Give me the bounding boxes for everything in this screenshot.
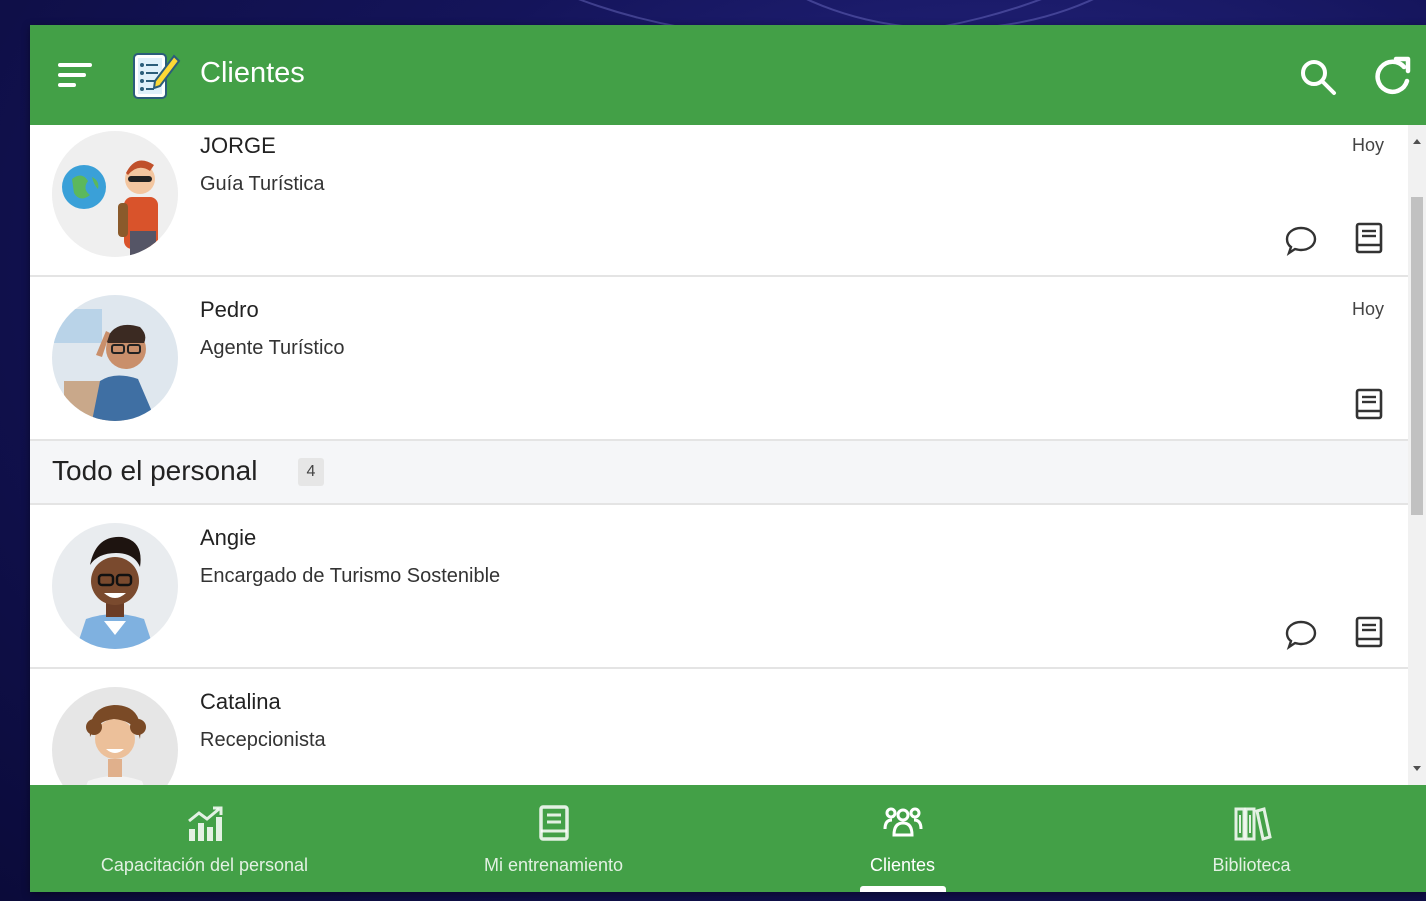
client-date: Hoy <box>1351 135 1384 155</box>
book-icon[interactable] <box>1352 387 1386 421</box>
client-date: Hoy <box>1351 299 1384 319</box>
nav-item-mi-entrenamiento[interactable]: Mi entrenamiento <box>379 785 728 892</box>
client-name: Pedro <box>200 297 259 322</box>
nav-item-capacitacion[interactable]: Capacitación del personal <box>30 785 379 892</box>
staff-name: Catalina <box>200 689 281 714</box>
book-icon <box>538 805 569 841</box>
page-title: Clientes <box>200 57 305 89</box>
list-item[interactable]: JORGE Guía Turística Hoy <box>30 125 1408 277</box>
app-bar: Clientes <box>30 25 1426 125</box>
refresh-icon[interactable] <box>1370 55 1414 99</box>
nav-label: Capacitación del personal <box>100 855 309 875</box>
people-group-icon <box>883 807 922 837</box>
woman-curly-hair-avatar <box>52 687 178 785</box>
count-badge: 4 <box>298 458 324 486</box>
menu-icon[interactable] <box>58 63 94 91</box>
client-name: JORGE <box>200 133 276 158</box>
nav-label: Clientes <box>869 855 936 875</box>
list-item[interactable]: Pedro Agente Turístico Hoy <box>30 277 1408 441</box>
book-icon[interactable] <box>1352 221 1386 255</box>
man-with-glasses-avatar <box>52 295 178 421</box>
chat-icon[interactable] <box>1284 617 1318 651</box>
client-list[interactable]: JORGE Guía Turística Hoy Pedro Agente Tu… <box>30 125 1408 785</box>
section-title: Todo el personal <box>52 455 258 486</box>
section-header: Todo el personal 4 <box>30 441 1408 505</box>
chat-icon[interactable] <box>1284 223 1318 257</box>
app-window: Clientes JORGE Guía Turística Hoy Pedro … <box>30 25 1426 892</box>
list-item[interactable]: Angie Encargado de Turismo Sostenible <box>30 505 1408 669</box>
list-item[interactable]: Catalina Recepcionista <box>30 669 1408 785</box>
book-icon[interactable] <box>1352 615 1386 649</box>
bottom-navigation: Capacitación del personal Mi entrenamien… <box>30 785 1426 892</box>
scroll-down-arrow[interactable] <box>1413 766 1421 771</box>
staff-name: Angie <box>200 525 257 550</box>
staff-role: Recepcionista <box>200 729 326 751</box>
checklist-pencil-icon <box>133 53 181 99</box>
tourist-with-globe-avatar <box>52 131 178 257</box>
client-role: Guía Turística <box>200 173 325 195</box>
nav-label: Biblioteca <box>1212 855 1291 875</box>
chart-growth-icon <box>187 806 222 841</box>
woman-smiling-avatar <box>52 523 178 649</box>
scroll-up-arrow[interactable] <box>1413 139 1421 144</box>
nav-item-clientes[interactable]: Clientes <box>728 785 1077 892</box>
active-tab-indicator <box>859 886 946 892</box>
client-role: Agente Turístico <box>200 337 345 359</box>
search-icon[interactable] <box>1298 57 1338 97</box>
scroll-thumb[interactable] <box>1411 197 1423 515</box>
scrollbar[interactable] <box>1408 125 1426 785</box>
library-icon <box>1234 807 1272 841</box>
staff-role: Encargado de Turismo Sostenible <box>200 565 501 587</box>
nav-item-biblioteca[interactable]: Biblioteca <box>1077 785 1426 892</box>
nav-label: Mi entrenamiento <box>483 855 624 875</box>
